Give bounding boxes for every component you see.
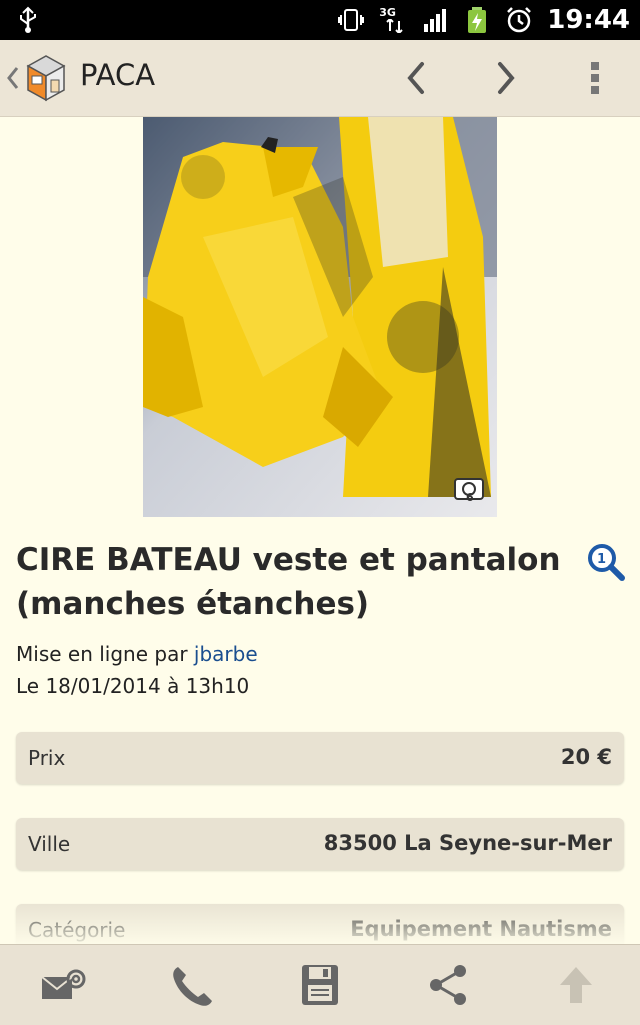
app-logo-icon[interactable]: [24, 52, 68, 104]
signal-icon: [424, 9, 447, 32]
detail-row-city: Ville 83500 La Seyne-sur-Mer: [16, 818, 624, 870]
detail-label: Prix: [28, 746, 66, 770]
status-bar: 3G 19:44: [0, 0, 640, 40]
phone-icon[interactable]: [168, 963, 216, 1007]
save-icon[interactable]: [296, 963, 344, 1007]
detail-label: Catégorie: [28, 918, 126, 942]
detail-value: 20 €: [560, 745, 612, 769]
detail-row-price: Prix 20 €: [16, 732, 624, 784]
zoom-badge: 1: [597, 552, 606, 567]
listing-title: CIRE BATEAU veste et pantalon (manches é…: [16, 542, 561, 622]
photo-count-text: 6: [466, 491, 474, 504]
seller-link[interactable]: jbarbe: [194, 642, 258, 666]
battery-charging-icon: [468, 7, 487, 33]
action-bar: PACA: [0, 40, 640, 117]
vibrate-icon: [338, 9, 365, 31]
posted-date: Le 18/01/2014 à 13h10: [16, 674, 250, 698]
magnifier-icon[interactable]: 1: [586, 542, 626, 582]
overflow-menu-icon[interactable]: [580, 58, 610, 98]
network-3g-icon: 3G: [379, 6, 407, 34]
previous-icon[interactable]: [398, 58, 434, 98]
detail-value: Equipement Nautisme: [350, 917, 612, 941]
bottom-action-bar: [0, 944, 640, 1025]
next-icon[interactable]: [488, 58, 524, 98]
share-icon[interactable]: [424, 963, 472, 1007]
detail-value: 83500 La Seyne-sur-Mer: [323, 831, 612, 855]
posted-by: Mise en ligne par jbarbe: [16, 642, 258, 666]
posted-by-prefix: Mise en ligne par: [16, 642, 194, 666]
network-label: 3G: [379, 6, 396, 19]
email-icon[interactable]: [40, 963, 88, 1007]
page-title: PACA: [80, 58, 156, 92]
clock: 19:44: [547, 5, 630, 35]
alarm-icon: [507, 7, 532, 33]
listing-photo[interactable]: 6: [143, 117, 497, 517]
detail-label: Ville: [28, 832, 71, 856]
back-chevron-icon[interactable]: [6, 64, 20, 92]
scroll-top-icon[interactable]: [552, 963, 600, 1007]
usb-icon: [20, 6, 36, 33]
